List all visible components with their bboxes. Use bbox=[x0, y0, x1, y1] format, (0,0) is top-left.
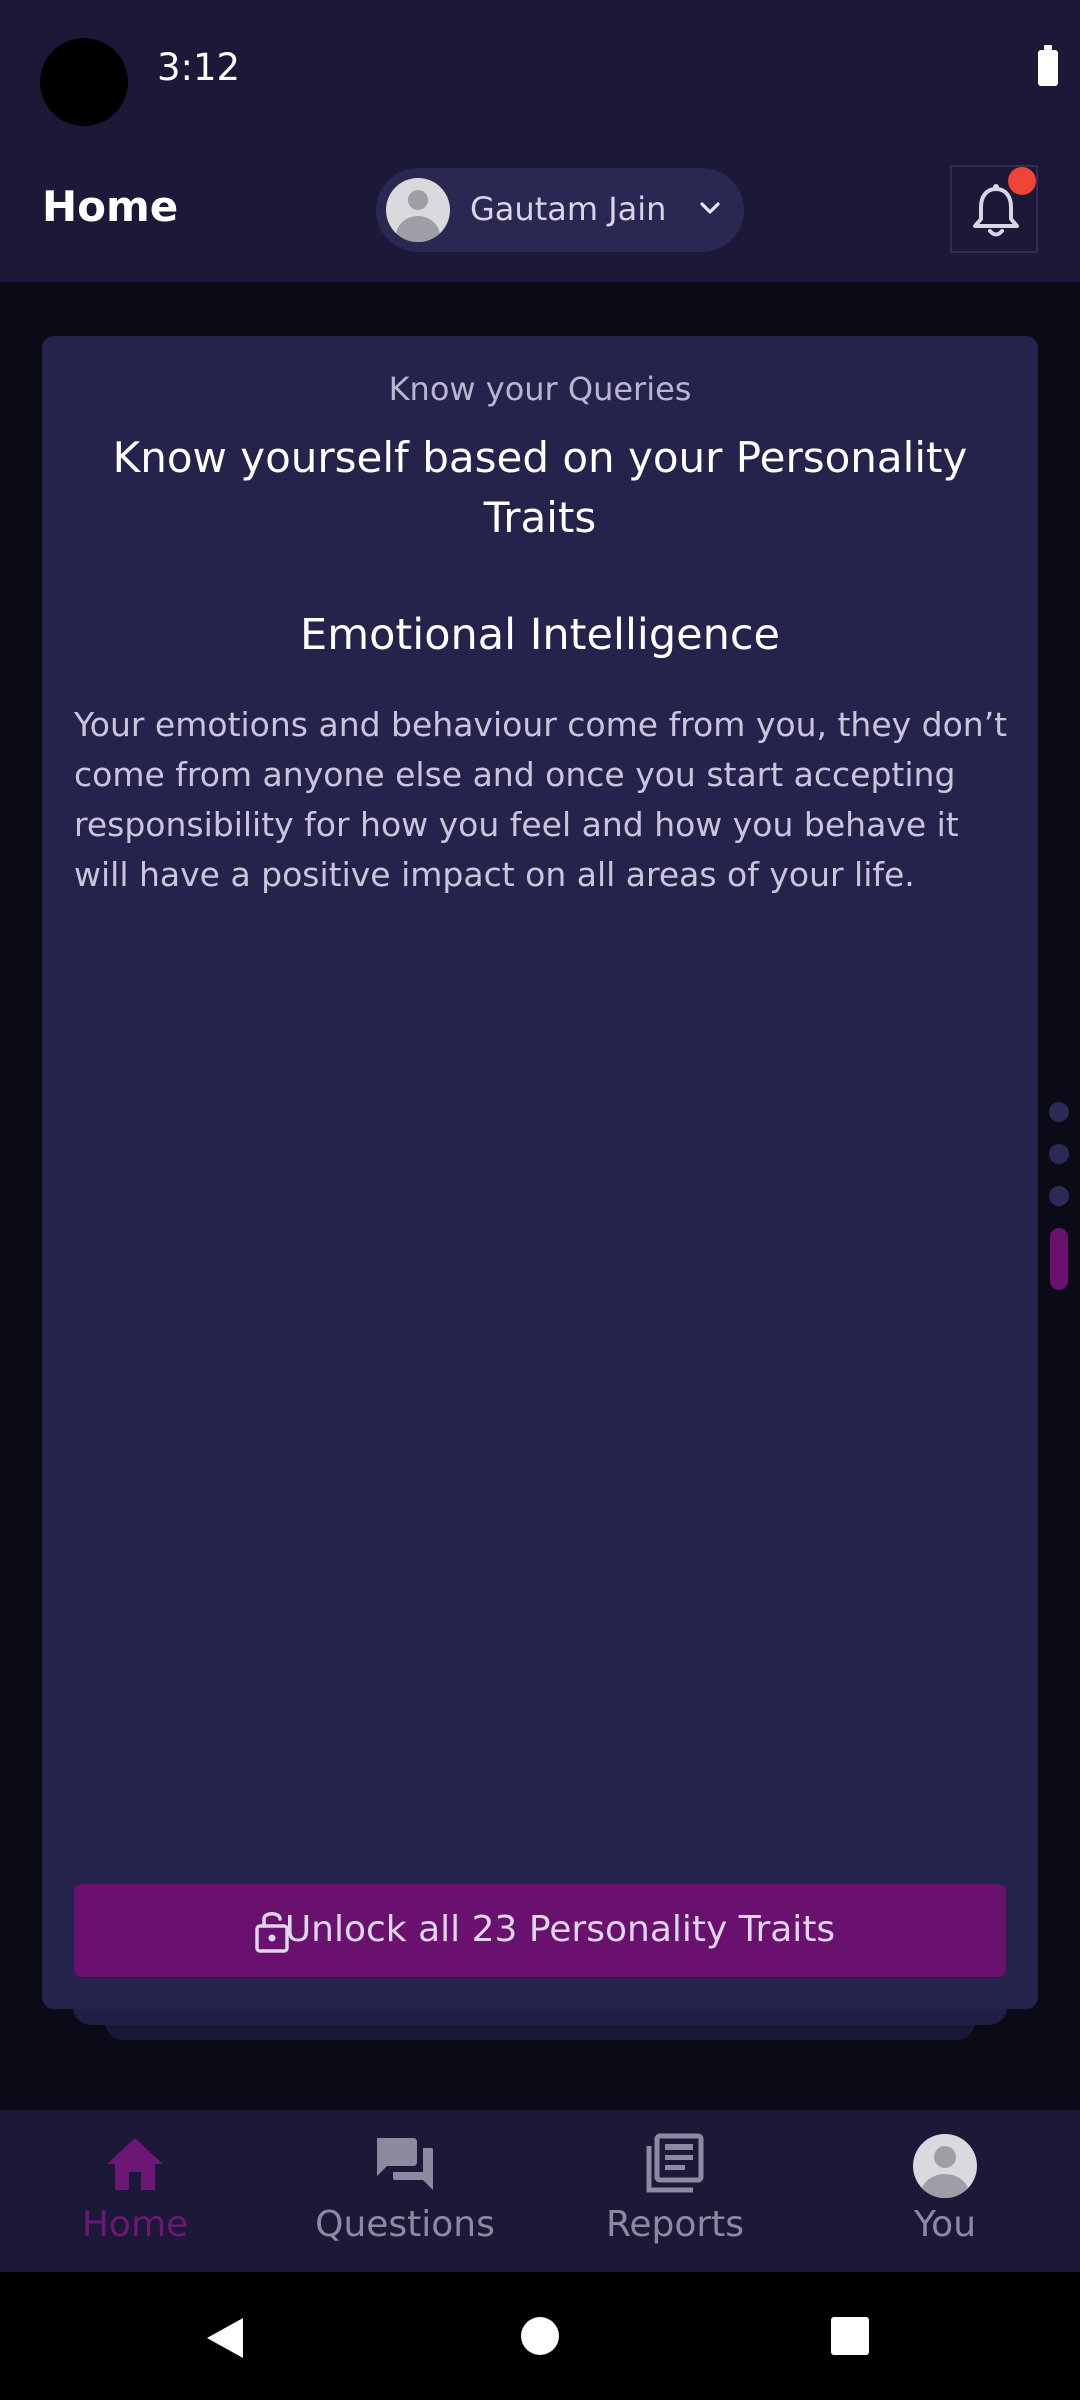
trait-title: Emotional Intelligence bbox=[300, 610, 780, 660]
home-icon bbox=[107, 2138, 163, 2190]
pager-dot[interactable] bbox=[1049, 1144, 1069, 1164]
trait-card[interactable]: Know your Queries Know yourself based on… bbox=[42, 336, 1038, 2009]
avatar bbox=[386, 178, 450, 242]
nav-home[interactable]: Home bbox=[0, 2110, 270, 2272]
camera-cutout bbox=[40, 38, 128, 126]
pager-dot[interactable] bbox=[1049, 1102, 1069, 1122]
unlock-traits-button[interactable]: Unlock all 23 Personality Traits bbox=[74, 1884, 1006, 1977]
nav-you-label: You bbox=[913, 2204, 977, 2245]
nav-reports-label: Reports bbox=[605, 2204, 745, 2245]
trait-description: Your emotions and behaviour come from yo… bbox=[74, 705, 1008, 894]
status-bar: 3:12 bbox=[0, 0, 1080, 140]
nav-questions[interactable]: Questions bbox=[270, 2110, 540, 2272]
profile-name: Gautam Jain bbox=[470, 190, 667, 228]
notification-badge bbox=[1008, 167, 1036, 195]
app-header: Home Gautam Jain bbox=[0, 140, 1080, 282]
screen: 3:12 Home Gautam Jain Know your Queries … bbox=[0, 0, 1080, 2400]
avatar bbox=[913, 2134, 977, 2198]
chevron-down-icon bbox=[700, 202, 720, 214]
nav-you[interactable]: You bbox=[810, 2110, 1080, 2272]
pager-dot[interactable] bbox=[1049, 1186, 1069, 1206]
nav-questions-label: Questions bbox=[315, 2204, 495, 2245]
home-circle-icon[interactable] bbox=[521, 2317, 559, 2355]
unlock-label: Unlock all 23 Personality Traits bbox=[284, 1909, 836, 1950]
nav-reports[interactable]: Reports bbox=[540, 2110, 810, 2272]
card-kicker: Know your Queries bbox=[388, 370, 692, 408]
profile-switcher[interactable]: Gautam Jain bbox=[376, 168, 744, 252]
nav-home-label: Home bbox=[81, 2204, 189, 2245]
system-nav-bar bbox=[0, 2272, 1080, 2400]
chat-icon bbox=[377, 2138, 433, 2190]
back-icon[interactable] bbox=[205, 2316, 245, 2360]
reports-icon bbox=[646, 2133, 704, 2193]
card-heading: Know yourself based on your Personality … bbox=[112, 433, 968, 542]
bottom-nav: Home Questions Reports You bbox=[0, 2110, 1080, 2272]
page-title: Home bbox=[42, 182, 179, 231]
status-time: 3:12 bbox=[157, 46, 241, 89]
recents-icon[interactable] bbox=[831, 2317, 869, 2355]
pager-dot-active[interactable] bbox=[1050, 1228, 1068, 1290]
battery-icon bbox=[1038, 45, 1058, 86]
